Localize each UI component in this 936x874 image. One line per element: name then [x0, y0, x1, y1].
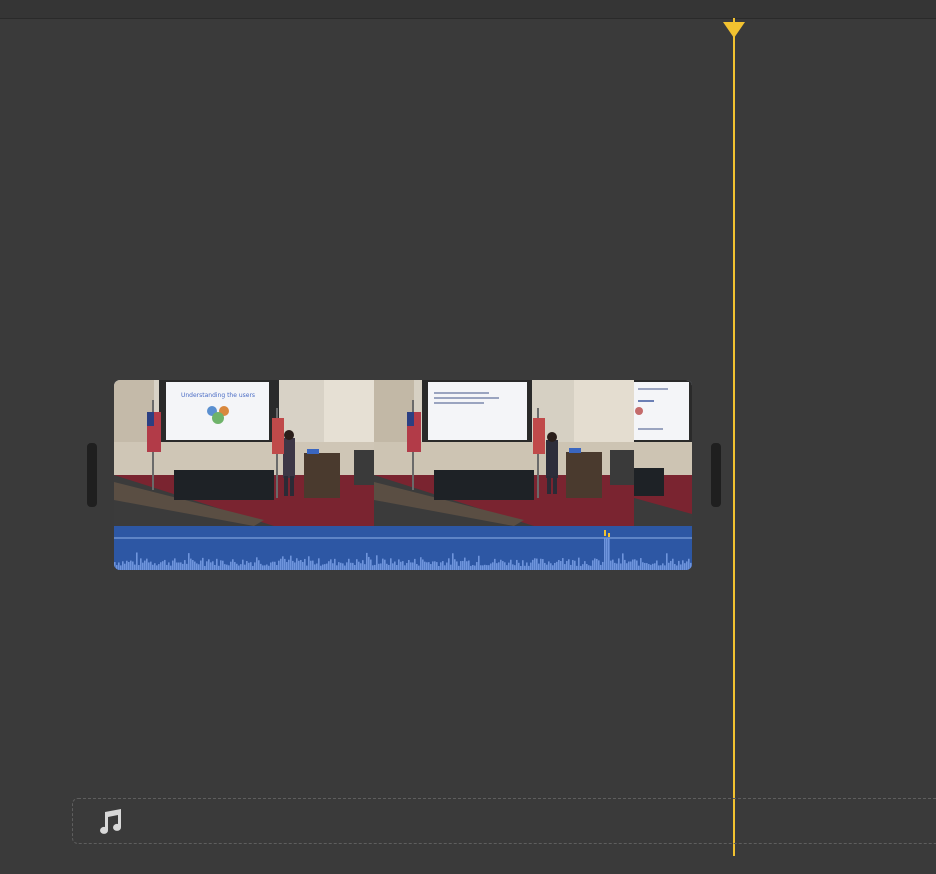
clip-filmstrip: Understanding the users — [114, 380, 692, 526]
timeline[interactable]: Understanding the users — [0, 0, 936, 874]
clip-thumbnail — [374, 380, 634, 526]
music-drop-track[interactable] — [72, 798, 936, 844]
clip-trim-handle-left[interactable] — [87, 443, 97, 507]
music-note-icon — [100, 809, 122, 834]
clip-trim-handle-right[interactable] — [711, 443, 721, 507]
clip-audio-waveform[interactable] — [114, 526, 692, 570]
slide-title-text: Understanding the users — [181, 392, 255, 399]
video-clip[interactable]: Understanding the users — [114, 380, 692, 570]
playhead-line[interactable] — [733, 18, 735, 856]
timeline-ruler[interactable] — [0, 0, 936, 19]
clip-thumbnail: Understanding the users — [114, 380, 374, 526]
playhead-handle[interactable] — [723, 22, 745, 38]
clip-thumbnail — [634, 380, 692, 526]
